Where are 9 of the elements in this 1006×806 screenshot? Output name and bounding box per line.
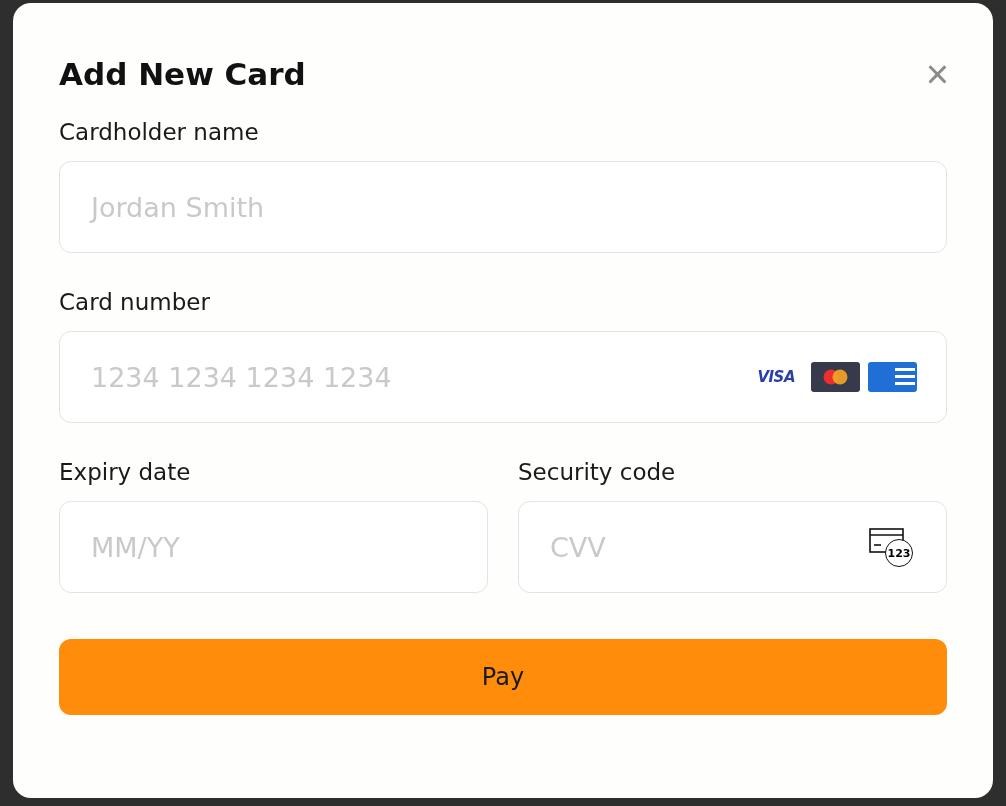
- field-label: Security code: [518, 458, 677, 487]
- mastercard-icon: [811, 362, 860, 392]
- pay-button[interactable]: Pay: [59, 639, 947, 715]
- dialog-title: Add New Card: [59, 56, 306, 92]
- field-label: Cardholder name: [59, 118, 260, 147]
- visa-logo: VISA: [757, 368, 795, 386]
- field-label: Expiry date: [59, 458, 192, 487]
- card-brand-icon: [868, 362, 917, 392]
- field-label: Card number: [59, 288, 211, 317]
